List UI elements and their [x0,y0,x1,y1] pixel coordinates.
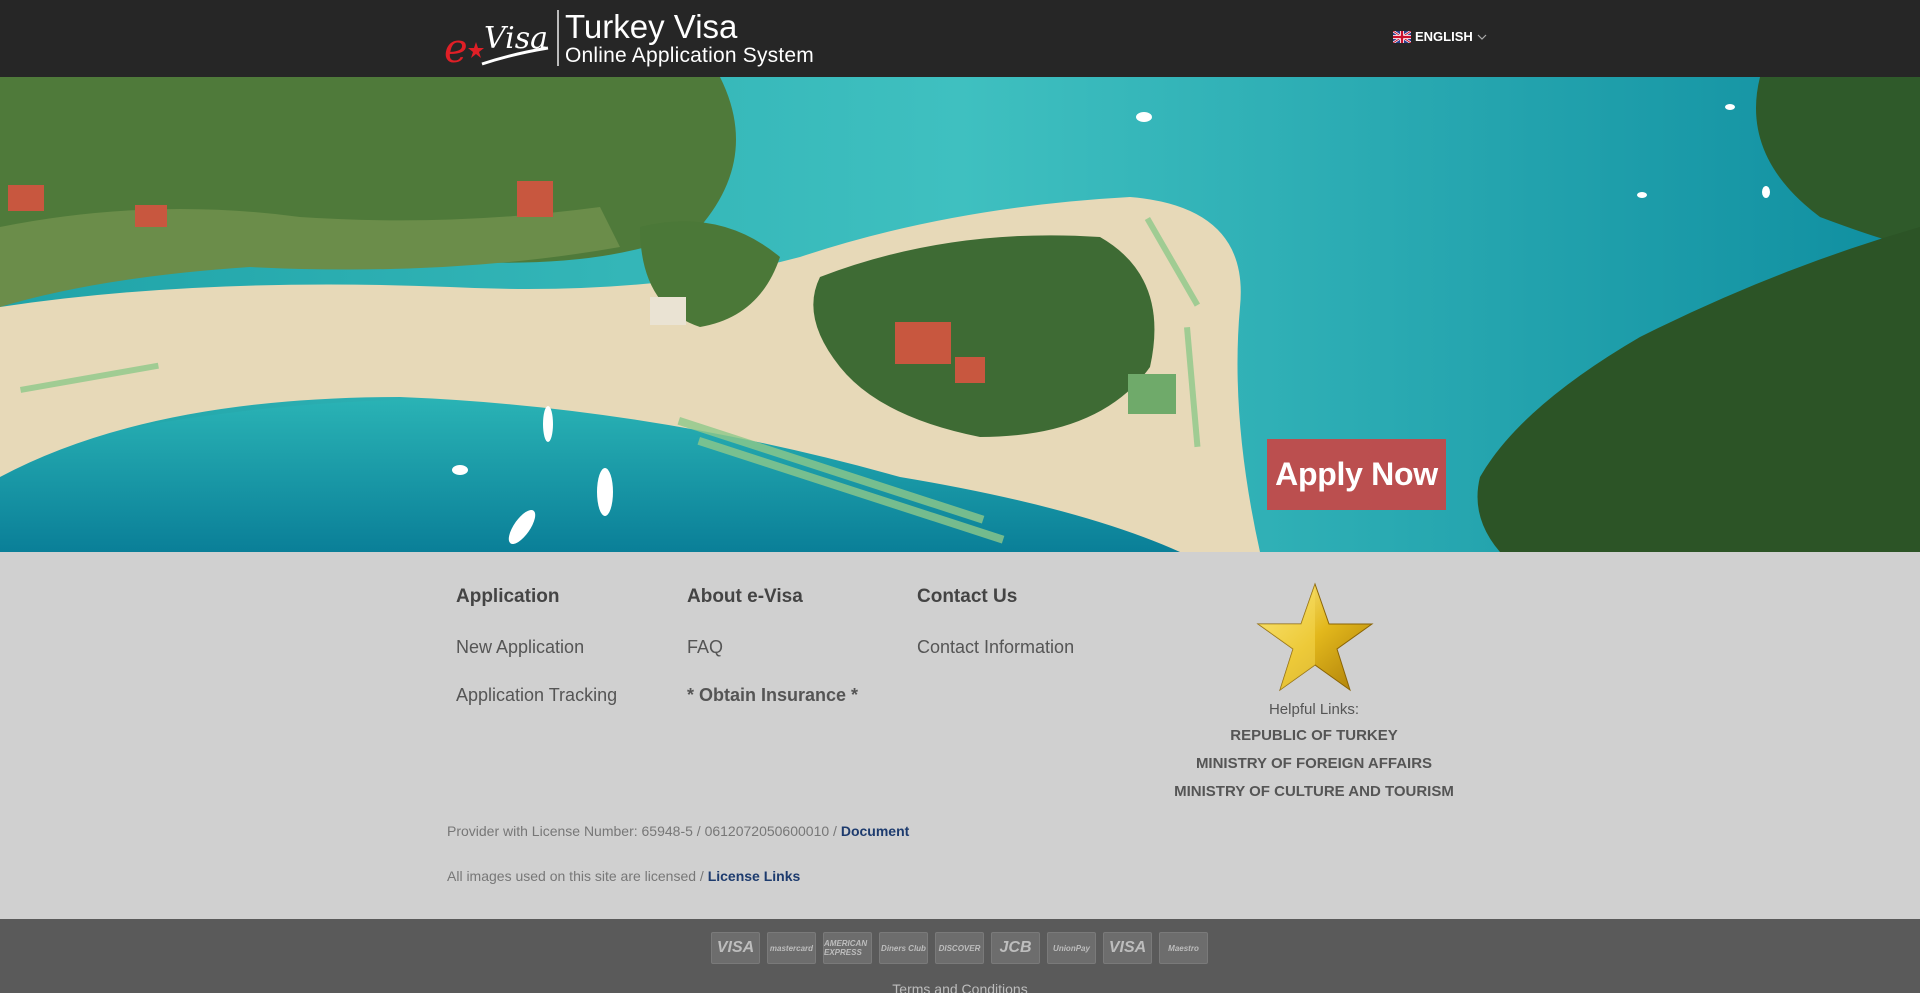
republic-of-turkey-link[interactable]: REPUBLIC OF TURKEY [1114,727,1514,744]
apply-now-button[interactable]: Apply Now [1267,439,1446,510]
new-application-link[interactable]: New Application [456,637,584,658]
license-text: Provider with License Number: 65948-5 / … [447,823,837,839]
footer-column-title: Contact Us [917,586,1018,607]
visa-electron-card-icon: VISA [1103,932,1152,964]
ministry-culture-tourism-link[interactable]: MINISTRY OF CULTURE AND TOURISM [1114,783,1514,800]
obtain-insurance-link[interactable]: * Obtain Insurance * [687,685,858,706]
amex-card-icon: AMERICAN EXPRESS [823,932,872,964]
svg-text:e: e [444,26,468,72]
license-links-link[interactable]: License Links [708,868,801,884]
bottom-bar: VISA mastercard AMERICAN EXPRESS Diners … [0,919,1920,993]
terms-link[interactable]: Terms and Conditions [0,981,1920,993]
images-license-text: All images used on this site are license… [447,868,704,884]
discover-card-icon: DISCOVER [935,932,984,964]
chevron-down-icon [1477,34,1487,40]
application-tracking-link[interactable]: Application Tracking [456,685,617,706]
visa-card-icon: VISA [711,932,760,964]
contact-information-link[interactable]: Contact Information [917,637,1074,658]
footer-column-title: About e-Visa [687,586,803,607]
site-subtitle: Online Application System [565,44,814,67]
language-label: ENGLISH [1415,29,1473,44]
logo-divider [557,10,559,66]
diners-card-icon: Diners Club [879,932,928,964]
language-selector[interactable]: ENGLISH [1393,29,1487,44]
site-title: Turkey Visa [565,8,738,45]
maestro-card-icon: Maestro [1159,932,1208,964]
beach-aerial-image [0,77,1920,552]
document-link[interactable]: Document [841,823,909,839]
top-header: e Visa Turkey Visa Online Application Sy… [0,0,1920,77]
evisa-logo-icon: e Visa [444,21,549,72]
images-license-info: All images used on this site are license… [447,868,800,884]
license-info: Provider with License Number: 65948-5 / … [447,823,909,839]
ministry-foreign-affairs-link[interactable]: MINISTRY OF FOREIGN AFFAIRS [1114,755,1514,772]
hero-banner: Apply Now [0,77,1920,552]
site-logo[interactable]: e Visa Turkey Visa Online Application Sy… [442,8,822,72]
mastercard-icon: mastercard [767,932,816,964]
uk-flag-icon [1393,30,1411,43]
helpful-links-label: Helpful Links: [1268,701,1360,718]
payment-cards: VISA mastercard AMERICAN EXPRESS Diners … [711,932,1208,964]
gold-star-icon [1256,582,1374,692]
unionpay-card-icon: UnionPay [1047,932,1096,964]
footer-column-title: Application [456,586,560,607]
jcb-card-icon: JCB [991,932,1040,964]
faq-link[interactable]: FAQ [687,637,723,658]
